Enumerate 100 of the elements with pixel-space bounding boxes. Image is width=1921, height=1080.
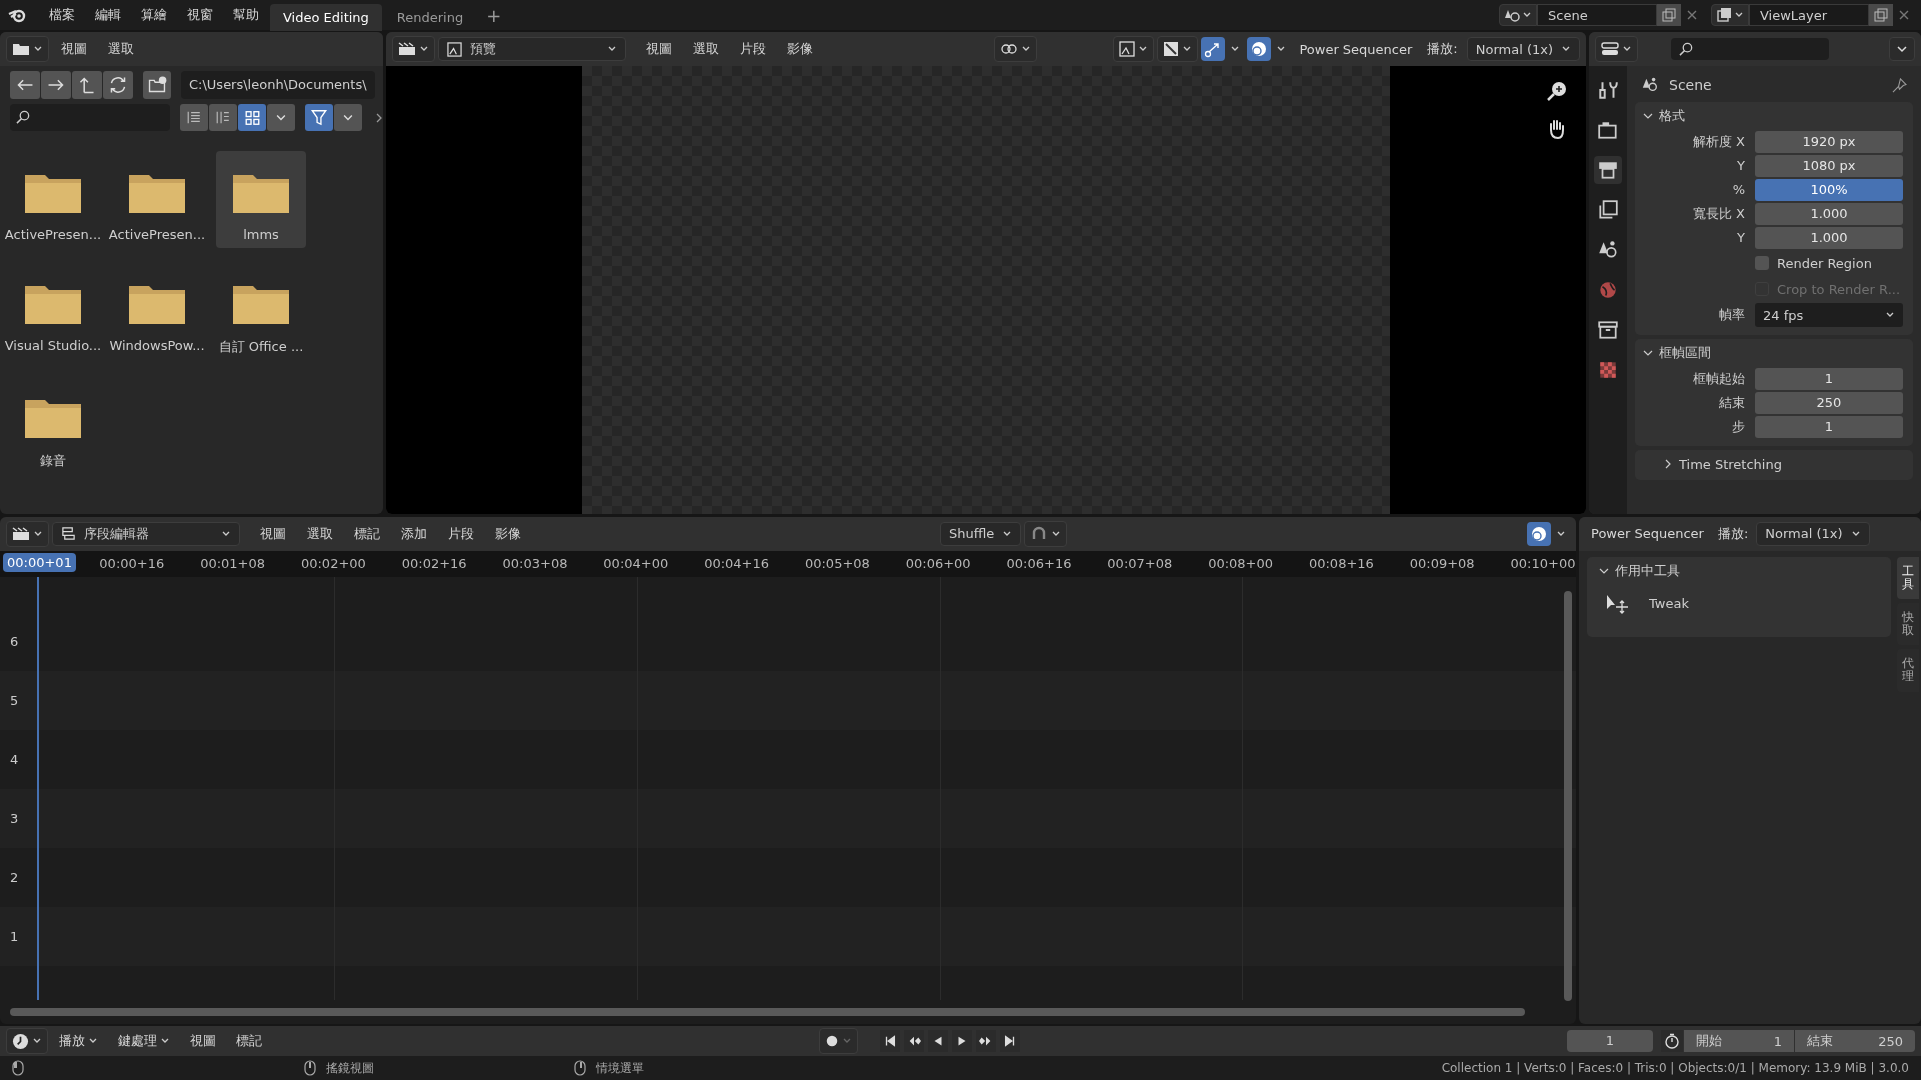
- gizmo-toggle-icon[interactable]: [1201, 37, 1226, 61]
- end-frame-field[interactable]: 結束 250: [1795, 1030, 1915, 1052]
- pivot-button[interactable]: [994, 36, 1038, 62]
- folder-item[interactable]: 自訂 Office ...: [216, 262, 306, 362]
- gizmo-display-button[interactable]: [1157, 36, 1199, 62]
- property-label: 寬長比 X: [1691, 204, 1746, 223]
- scene-selector-button[interactable]: [1499, 4, 1537, 26]
- menu-item[interactable]: 檔案: [40, 2, 84, 28]
- editor-type-button[interactable]: [6, 36, 49, 62]
- start-frame-field[interactable]: 開始 1: [1684, 1030, 1794, 1052]
- menu-item[interactable]: 標記: [345, 520, 389, 547]
- path-field[interactable]: C:\Users\leonh\Documents\: [181, 71, 375, 99]
- checkbox[interactable]: [1755, 256, 1769, 270]
- chevron-right-icon[interactable]: [375, 112, 383, 124]
- next-keyframe-icon[interactable]: [975, 1030, 996, 1052]
- menu-item[interactable]: 選取: [684, 36, 728, 62]
- horizontal-list-icon[interactable]: [209, 104, 237, 131]
- menu-item[interactable]: 幫助: [224, 2, 268, 28]
- view-layer-selector-button[interactable]: [1711, 4, 1749, 26]
- menu-item[interactable]: 片段: [731, 36, 775, 62]
- refresh-icon[interactable]: [103, 71, 133, 99]
- add-workspace-button[interactable]: +: [478, 4, 510, 26]
- record-button[interactable]: [818, 1028, 858, 1054]
- number-field[interactable]: 250: [1755, 391, 1903, 414]
- filter-icon[interactable]: [305, 104, 333, 131]
- panel-header[interactable]: 作用中工具: [1591, 556, 1887, 585]
- menu-item[interactable]: 片段: [439, 520, 483, 547]
- caret-icon[interactable]: [267, 104, 295, 131]
- frame-rate-dropdown[interactable]: 24 fps: [1755, 303, 1903, 327]
- workspace-tab[interactable]: Video Editing: [270, 3, 382, 31]
- menu-item[interactable]: 編輯: [86, 2, 130, 28]
- editor-type-button[interactable]: [392, 36, 435, 62]
- stopwatch-icon[interactable]: [1661, 1030, 1683, 1052]
- menu-item[interactable]: 影像: [778, 36, 822, 62]
- number-field[interactable]: 1.000: [1755, 226, 1903, 249]
- snap-toggle-button[interactable]: [1024, 520, 1068, 547]
- copy-icon[interactable]: [1657, 4, 1681, 26]
- editor-type-button[interactable]: [1595, 36, 1638, 62]
- view-type-dropdown[interactable]: 序段編輯器: [52, 521, 240, 546]
- number-field[interactable]: 100%: [1755, 178, 1903, 201]
- play-reverse-icon[interactable]: [927, 1030, 948, 1052]
- menu-item[interactable]: 影像: [486, 520, 530, 547]
- number-field[interactable]: 1: [1755, 367, 1903, 390]
- previous-keyframe-icon[interactable]: [903, 1030, 924, 1052]
- menu-item[interactable]: 選取: [298, 520, 342, 547]
- overlap-mode-dropdown[interactable]: Shuffle: [940, 521, 1022, 546]
- copy-icon[interactable]: [1869, 4, 1893, 26]
- view-layer-name-field[interactable]: ViewLayer: [1749, 4, 1869, 26]
- playback-speed-dropdown[interactable]: Normal (1x): [1756, 521, 1870, 546]
- parent-directory-icon[interactable]: [72, 71, 102, 99]
- current-time-indicator[interactable]: 00:00+01: [3, 552, 76, 572]
- overlay-toggle-icon[interactable]: [1247, 37, 1272, 61]
- folder-item[interactable]: lmms: [216, 151, 306, 248]
- scene-name-field[interactable]: Scene: [1537, 4, 1657, 26]
- zoom-in-icon[interactable]: [1546, 80, 1568, 102]
- overlay-toggle-icon[interactable]: [1527, 521, 1551, 546]
- playback-speed-dropdown[interactable]: Normal (1x): [1466, 37, 1580, 61]
- menu-item[interactable]: 視圖: [52, 36, 96, 62]
- menu-item[interactable]: 標記: [227, 1028, 271, 1054]
- workspace-tab[interactable]: Rendering: [383, 3, 477, 31]
- property-label: 步: [1731, 417, 1746, 436]
- pin-icon[interactable]: [1892, 77, 1907, 93]
- sidebar-tab[interactable]: 工具: [1897, 556, 1919, 599]
- menu-item[interactable]: 鍵處理: [109, 1028, 179, 1054]
- number-field[interactable]: 1920 px: [1755, 130, 1903, 153]
- menu-item[interactable]: 視圖: [251, 520, 295, 547]
- thumbnails-icon[interactable]: [238, 104, 266, 131]
- jump-to-start-icon[interactable]: [879, 1030, 900, 1052]
- panel-header[interactable]: 框幀區間: [1635, 339, 1913, 367]
- jump-to-end-icon[interactable]: [999, 1030, 1020, 1052]
- menu-item[interactable]: 視圖: [181, 1028, 225, 1054]
- folder-item[interactable]: 錄音: [8, 376, 98, 476]
- vertical-scrollbar[interactable]: [1564, 590, 1572, 1001]
- caret-icon[interactable]: [334, 104, 362, 131]
- vertical-list-icon[interactable]: [180, 104, 208, 131]
- menu-item[interactable]: 視窗: [178, 2, 222, 28]
- horizontal-scrollbar[interactable]: [10, 1007, 1525, 1016]
- play-icon[interactable]: [951, 1030, 972, 1052]
- view-type-dropdown[interactable]: 預覽: [438, 37, 626, 61]
- number-field[interactable]: 1080 px: [1755, 154, 1903, 177]
- new-folder-icon[interactable]: [143, 71, 171, 99]
- menu-item[interactable]: 播放: [50, 1028, 107, 1054]
- menu-item[interactable]: 選取: [99, 36, 143, 62]
- editor-type-button[interactable]: [6, 520, 49, 547]
- editor-type-button[interactable]: [6, 1028, 48, 1054]
- menu-item[interactable]: 視圖: [637, 36, 681, 62]
- number-field[interactable]: 1.000: [1755, 202, 1903, 225]
- folder-item[interactable]: WindowsPow...: [112, 262, 202, 362]
- search-field[interactable]: [10, 104, 170, 131]
- search-field[interactable]: [1671, 38, 1829, 60]
- printer-icon[interactable]: [1594, 156, 1622, 184]
- menu-item[interactable]: 算繪: [132, 2, 176, 28]
- caret-icon[interactable]: [1889, 37, 1915, 61]
- menu-item[interactable]: 添加: [392, 520, 436, 547]
- number-field[interactable]: 1: [1755, 415, 1903, 438]
- panel-header[interactable]: 格式: [1635, 102, 1913, 130]
- current-frame-field[interactable]: 1: [1567, 1030, 1653, 1052]
- panel-header[interactable]: Time Stretching: [1635, 450, 1913, 478]
- field-value: 250: [1878, 1033, 1903, 1049]
- display-channel-button[interactable]: [1113, 36, 1155, 62]
